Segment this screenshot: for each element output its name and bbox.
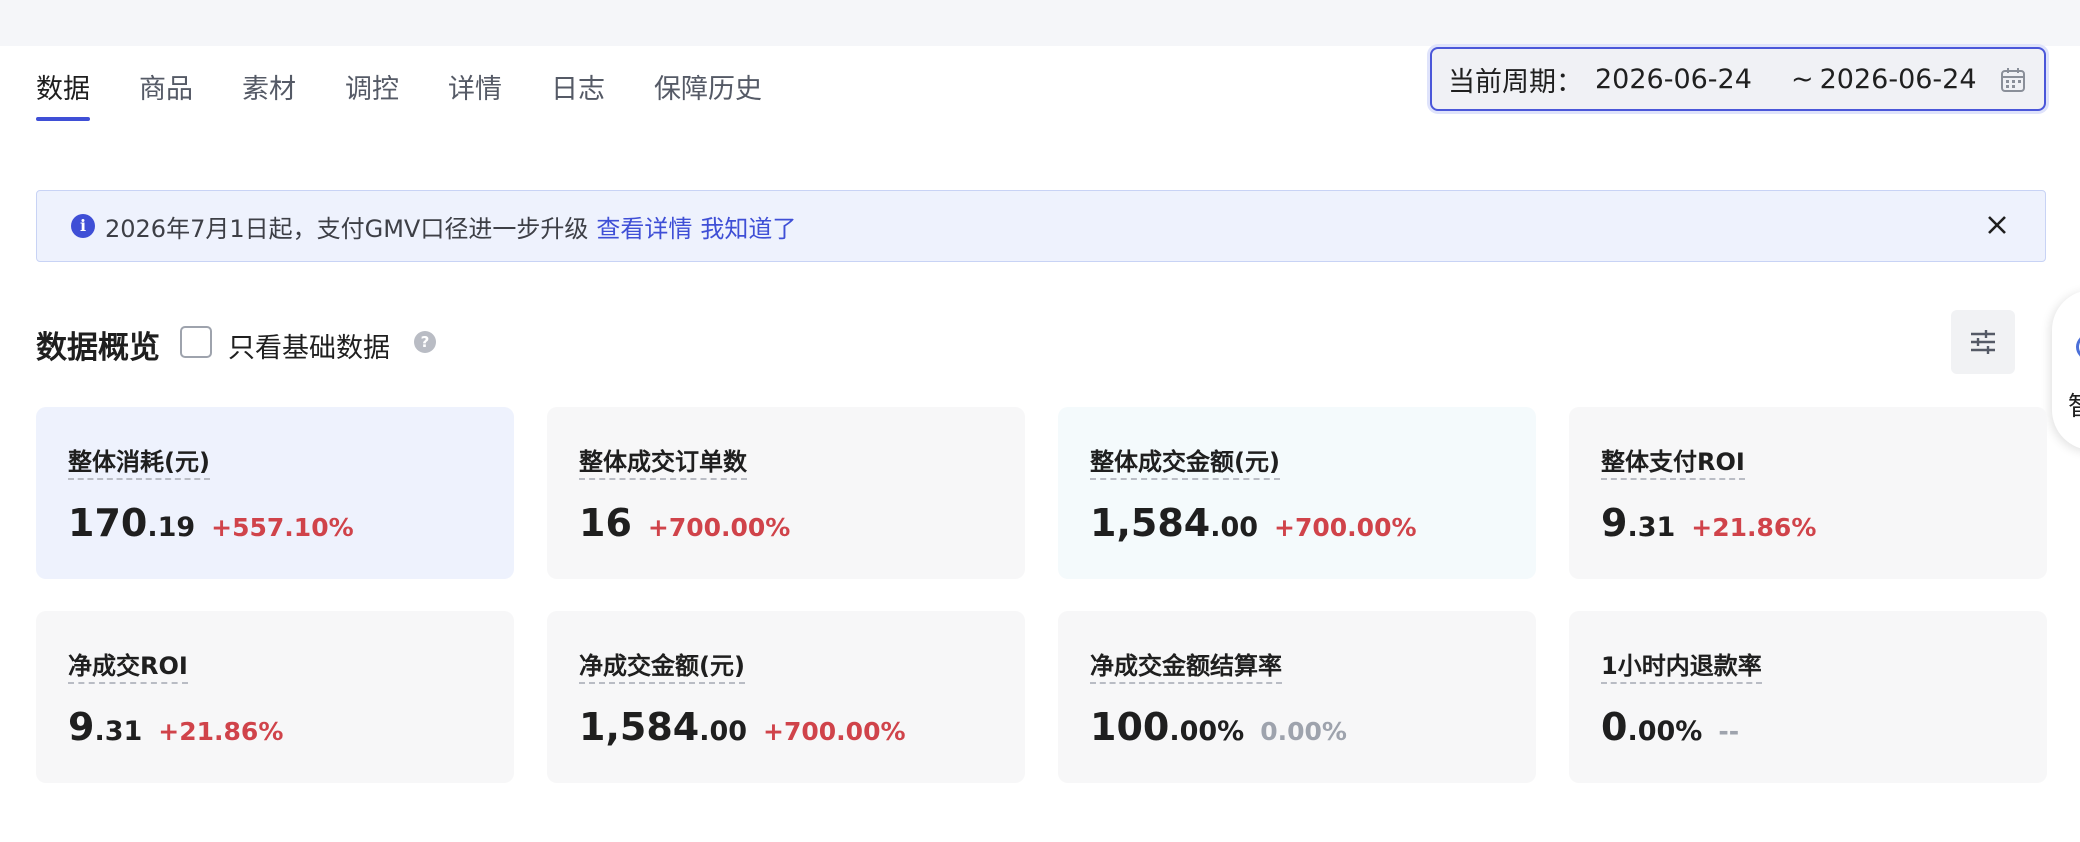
- date-range-label: 当前周期：: [1448, 66, 1583, 98]
- tab-control[interactable]: 调控: [345, 64, 399, 116]
- basic-data-checkbox[interactable]: [180, 326, 212, 358]
- metric-value-integer: 9: [1601, 501, 1628, 545]
- metric-card[interactable]: 净成交金额结算率 100.00% 0.00%: [1058, 611, 1536, 783]
- info-icon: i: [71, 214, 95, 238]
- assistant-icon: [2076, 334, 2080, 360]
- metric-card[interactable]: 整体消耗(元) 170.19 +557.10%: [36, 407, 514, 579]
- close-icon[interactable]: [1985, 213, 2009, 237]
- metric-name: 整体消耗(元): [68, 447, 210, 480]
- metric-card[interactable]: 1小时内退款率 0.00% --: [1569, 611, 2047, 783]
- metric-name: 整体成交订单数: [579, 447, 747, 480]
- metric-value-decimal: .00: [1210, 512, 1259, 543]
- metric-value-integer: 1,584: [1090, 501, 1211, 545]
- metric-change: +700.00%: [763, 717, 906, 746]
- metric-value-integer: 16: [579, 501, 632, 545]
- sliders-icon: [1971, 330, 1995, 354]
- metric-name: 1小时内退款率: [1601, 651, 1762, 684]
- date-separator: ~: [1791, 63, 1814, 95]
- metric-change: +21.86%: [158, 717, 284, 746]
- metric-settings-button[interactable]: [1951, 310, 2015, 374]
- metric-value: 100.00% 0.00%: [1090, 705, 1347, 749]
- tab-details[interactable]: 详情: [448, 64, 502, 116]
- metric-value: 0.00% --: [1601, 705, 1739, 749]
- metric-value-integer: 9: [68, 705, 95, 749]
- calendar-icon[interactable]: [2000, 67, 2026, 93]
- metric-value-decimal: .31: [1627, 512, 1676, 543]
- metric-value: 16 +700.00%: [579, 501, 790, 545]
- assistant-float-button[interactable]: 智: [2052, 290, 2080, 450]
- date-start-input[interactable]: 2026-06-24: [1595, 64, 1785, 95]
- metric-change: 0.00%: [1260, 717, 1347, 746]
- metric-value-decimal: .19: [147, 512, 196, 543]
- metric-change: +700.00%: [647, 513, 791, 542]
- metric-change: +21.86%: [1691, 513, 1817, 542]
- date-end-input[interactable]: 2026-06-24: [1820, 64, 2010, 95]
- metric-name: 净成交金额结算率: [1090, 651, 1282, 684]
- assistant-label: 智: [2068, 386, 2080, 423]
- basic-data-checkbox-label[interactable]: 只看基础数据: [228, 326, 390, 365]
- metric-value-integer: 170: [68, 501, 148, 545]
- metric-value-integer: 100: [1090, 705, 1170, 749]
- metric-value-decimal: .31: [94, 716, 143, 747]
- metric-value-integer: 1,584: [579, 705, 700, 749]
- metric-name: 整体支付ROI: [1601, 447, 1745, 480]
- metric-card[interactable]: 整体成交订单数 16 +700.00%: [547, 407, 1025, 579]
- metric-value: 9.31 +21.86%: [68, 705, 283, 749]
- notice-text: 2026年7月1日起，支付GMV口径进一步升级: [105, 214, 589, 243]
- metric-value: 9.31 +21.86%: [1601, 501, 1816, 545]
- metric-name: 整体成交金额(元): [1090, 447, 1280, 480]
- metric-value-decimal: .00%: [1627, 716, 1703, 747]
- notice-details-link[interactable]: 查看详情: [596, 209, 692, 244]
- metric-value-integer: 0: [1601, 705, 1628, 749]
- metric-value: 1,584.00 +700.00%: [1090, 501, 1417, 545]
- tab-logs[interactable]: 日志: [551, 64, 605, 116]
- metric-value: 170.19 +557.10%: [68, 501, 354, 545]
- metric-value: 1,584.00 +700.00%: [579, 705, 906, 749]
- metric-value-decimal: .00: [699, 716, 748, 747]
- metric-card[interactable]: 整体成交金额(元) 1,584.00 +700.00%: [1058, 407, 1536, 579]
- metric-name: 净成交金额(元): [579, 651, 745, 684]
- notice-ack-link[interactable]: 我知道了: [700, 209, 796, 244]
- tab-bar: 数据 商品 素材 调控 详情 日志 保障历史: [36, 64, 811, 121]
- metric-name: 净成交ROI: [68, 651, 188, 684]
- metric-card[interactable]: 整体支付ROI 9.31 +21.86%: [1569, 407, 2047, 579]
- tab-materials[interactable]: 素材: [242, 64, 296, 116]
- tab-guarantee-history[interactable]: 保障历史: [654, 64, 762, 116]
- overview-title: 数据概览: [36, 330, 160, 366]
- date-range-picker[interactable]: 当前周期： 2026-06-24 ~ 2026-06-24: [1430, 47, 2046, 111]
- metric-change: --: [1718, 717, 1740, 746]
- question-icon[interactable]: ?: [414, 331, 436, 353]
- top-strip: [0, 0, 2080, 46]
- metric-card[interactable]: 净成交金额(元) 1,584.00 +700.00%: [547, 611, 1025, 783]
- metric-card[interactable]: 净成交ROI 9.31 +21.86%: [36, 611, 514, 783]
- metric-change: +700.00%: [1274, 513, 1417, 542]
- metric-change: +557.10%: [211, 513, 354, 542]
- tab-products[interactable]: 商品: [139, 64, 193, 116]
- tab-data[interactable]: 数据: [36, 64, 90, 121]
- notice-banner: i 2026年7月1日起，支付GMV口径进一步升级 查看详情 我知道了: [36, 190, 2046, 262]
- metric-value-decimal: .00%: [1169, 716, 1245, 747]
